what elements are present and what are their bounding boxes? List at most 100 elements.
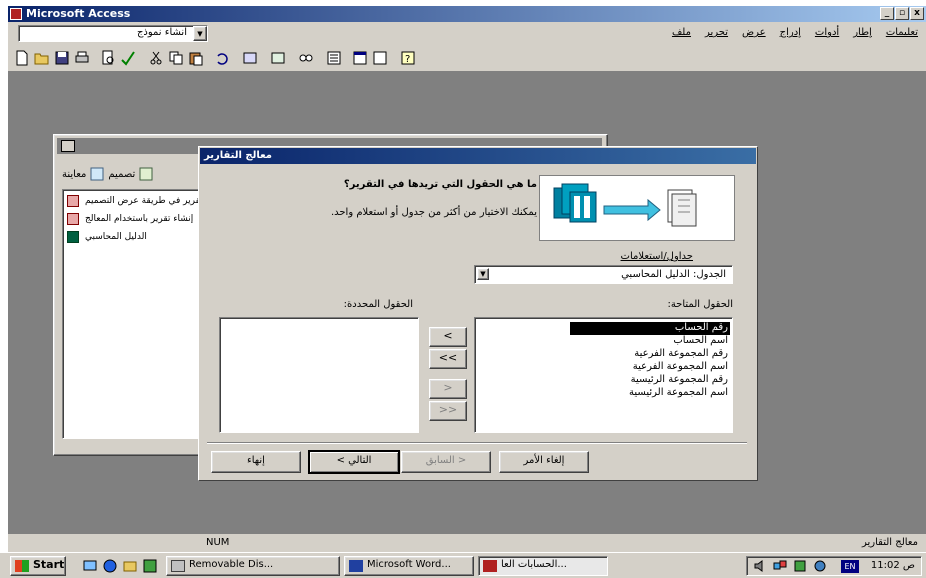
volume-icon[interactable] [753,559,767,573]
report-icon [67,231,79,243]
usb-icon[interactable] [793,559,807,573]
properties-icon[interactable] [326,50,342,66]
spelling-icon[interactable] [120,50,136,66]
help-icon[interactable]: ? [400,50,416,66]
design-icon[interactable] [139,167,153,181]
app-tray-icon[interactable] [813,559,827,573]
available-fields-label: الحقول المتاحة: [667,299,733,310]
start-label: Start [33,558,65,571]
database-window-icon[interactable] [352,50,368,66]
language-indicator[interactable]: EN [841,560,859,573]
minimize-button[interactable]: _ [880,7,894,20]
undo-icon[interactable] [214,50,230,66]
wizard-icon [67,213,79,225]
menu-bar: ▼ انشاء نموذج ملف تحرير عرض إدراج أدوات … [8,22,926,46]
chevron-down-icon[interactable]: ▼ [477,268,489,280]
start-button[interactable]: Start [10,556,66,576]
new-object-icon[interactable] [372,50,388,66]
menu-help[interactable]: تعليمات [886,27,918,38]
taskbar-button-removable-disk[interactable]: Removable Dis... [166,556,340,576]
wizard-illustration [539,175,735,241]
taskbar: Start Removable Dis... Microsoft Word...… [0,552,926,578]
chevron-down-icon[interactable]: ▼ [193,26,207,41]
add-all-fields-button[interactable]: << [429,349,467,369]
menu-insert[interactable]: إدراج [780,27,801,38]
menu-tools[interactable]: أدوات [815,27,839,38]
app-title: Microsoft Access [26,7,131,20]
design-button[interactable]: تصميم [108,169,135,180]
field-item[interactable]: اسم المجموعة الرئيسية [570,387,730,400]
tables-queries-select[interactable]: ▼ الجدول: الدليل المحاسبي [474,265,733,284]
preview-icon[interactable] [90,167,104,181]
database-icon [61,140,75,152]
preview-button[interactable]: معاينة [62,169,86,180]
list-item[interactable]: إنشاء تقرير في طريقة عرض التصميم [67,194,226,210]
taskbar-button-access[interactable]: الحسابات العا... [478,556,608,576]
window-controls: _ ▫ x [880,7,924,20]
paste-icon[interactable] [188,50,204,66]
taskbar-button-label: الحسابات العا... [501,559,567,570]
cancel-button[interactable]: إلغاء الأمر [499,451,589,473]
object-combo-value: انشاء نموذج [136,27,187,38]
relationships-icon[interactable] [298,50,314,66]
windows-logo-icon [15,560,29,572]
office-links-icon[interactable] [242,50,258,66]
remove-field-button[interactable]: > [429,379,467,399]
cut-icon[interactable] [148,50,164,66]
report-list: إنشاء تقرير في طريقة عرض التصميم إنشاء ت… [62,189,226,439]
menu-window[interactable]: إطار [853,27,872,38]
field-item[interactable]: رقم الحساب [570,322,730,335]
explorer-icon[interactable] [122,558,138,574]
access-icon [483,560,497,572]
access-icon [10,8,22,20]
taskbar-button-word[interactable]: Microsoft Word... [344,556,474,576]
list-item[interactable]: الدليل المحاسبي [67,230,199,246]
num-lock-indicator: NUM [206,537,230,548]
menu-view[interactable]: عرض [742,27,766,38]
wizard-title: معالج التقارير [204,150,272,161]
next-button[interactable]: التالي > [309,451,399,473]
finish-button[interactable]: إنهاء [211,451,301,473]
field-item[interactable]: رقم المجموعة الفرعية [570,348,730,361]
preview-icon[interactable] [100,50,116,66]
browser-icon[interactable] [102,558,118,574]
field-item[interactable]: رقم المجموعة الرئيسية [570,374,730,387]
field-item[interactable]: اسم المجموعة الفرعية [570,361,730,374]
object-combo[interactable]: ▼ انشاء نموذج [18,25,208,42]
clock[interactable]: 11:02 ص [871,560,915,571]
add-field-button[interactable]: < [429,327,467,347]
available-fields-list[interactable]: رقم الحساب اسم الحساب رقم المجموعة الفرع… [474,317,733,433]
menu-file[interactable]: ملف [672,27,691,38]
tables-queries-value: الجدول: الدليل المحاسبي [621,269,726,280]
list-item-label: إنشاء تقرير باستخدام المعالج [85,214,194,224]
selected-fields-list[interactable] [219,317,419,433]
new-icon[interactable] [14,50,30,66]
wizard-icon [67,195,79,207]
back-button[interactable]: < السابق [401,451,491,473]
svg-text:?: ? [405,54,410,65]
status-text: معالج التقارير [862,537,918,548]
list-item[interactable]: إنشاء تقرير باستخدام المعالج [67,212,199,228]
status-bar: NUM معالج التقارير [8,534,926,552]
open-icon[interactable] [34,50,50,66]
wizard-title-bar[interactable]: معالج التقارير [200,148,756,164]
desktop-icon[interactable] [82,558,98,574]
remove-all-fields-button[interactable]: >> [429,401,467,421]
standard-toolbar: ? [8,46,926,72]
print-icon[interactable] [74,50,90,66]
field-item[interactable]: اسم الحساب [570,335,730,348]
database-window-toolbar: معاينة تصميم [62,165,153,183]
save-icon[interactable] [54,50,70,66]
close-button[interactable]: x [910,7,924,20]
mdi-workspace: معاينة تصميم إنشاء تقرير في طريقة عرض ال… [8,72,926,534]
report-wizard-dialog: معالج التقارير ما هي الحقول التي تريدها … [198,146,758,481]
media-icon[interactable] [142,558,158,574]
restore-button[interactable]: ▫ [895,7,909,20]
app-title-bar[interactable]: Microsoft Access _ ▫ x [8,6,926,22]
menu-edit[interactable]: تحرير [705,27,728,38]
word-icon [349,560,363,572]
network-icon[interactable] [773,559,787,573]
copy-icon[interactable] [168,50,184,66]
tables-queries-label: جداول/استعلامات [620,251,693,262]
analyze-icon[interactable] [270,50,286,66]
